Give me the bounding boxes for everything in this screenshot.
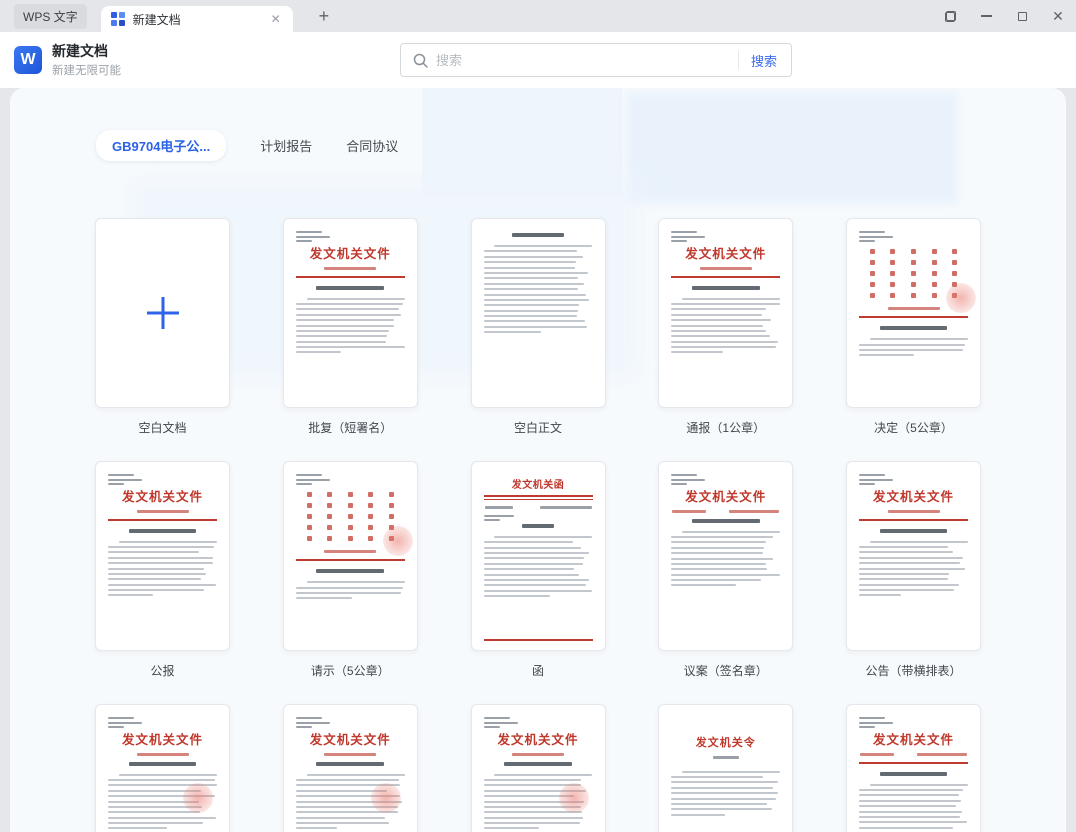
doc-red-header: 发文机关文件: [309, 246, 391, 262]
doc-red-header: 发文机关文件: [872, 489, 954, 505]
template-card[interactable]: 发文机关文件: [846, 461, 981, 651]
template-cell: 发文机关文件: [846, 704, 981, 832]
template-label: 决定（5公章）: [874, 421, 953, 435]
doc-red-header: 发文机关文件: [497, 732, 579, 748]
close-button[interactable]: ✕: [1040, 0, 1076, 32]
category-tab-1[interactable]: GB9704电子公...: [96, 130, 227, 161]
template-card[interactable]: 发文机关函: [470, 461, 606, 651]
doc-letter-header: 发文机关函: [511, 480, 565, 491]
template-cell: 空白文档: [95, 218, 230, 435]
category-tab-2[interactable]: 计划报告: [260, 136, 312, 155]
layout-restore-button[interactable]: [932, 0, 968, 32]
doc-red-header: 发文机关文件: [872, 732, 954, 748]
template-card[interactable]: 发文机关令: [658, 704, 794, 832]
search-icon: [413, 53, 428, 68]
doc-red-header: 发文机关文件: [121, 732, 203, 748]
template-label: 空白正文: [513, 421, 562, 435]
search-box[interactable]: 搜索: [400, 43, 792, 77]
tab-close-icon[interactable]: ✕: [269, 11, 283, 27]
template-card[interactable]: 发文机关文件: [846, 704, 981, 832]
template-cell: 发文机关文件: [282, 704, 418, 832]
template-card[interactable]: [470, 218, 606, 408]
template-cell: 发文机关文件 公告（带横排表）: [846, 461, 981, 678]
template-cell: 决定（5公章）: [846, 218, 981, 435]
template-card[interactable]: [846, 218, 981, 408]
doc-red-header: 发文机关文件: [121, 489, 203, 505]
seal-stamp: [946, 283, 976, 313]
template-cell: 发文机关文件 议案（签名章）: [658, 461, 794, 678]
template-label: 请示（5公章）: [310, 664, 390, 678]
wps-writer-logo: W: [14, 46, 42, 74]
template-label: 函: [531, 664, 544, 678]
window-controls: ✕: [932, 0, 1076, 32]
app-menu-button[interactable]: WPS 文字: [14, 3, 87, 29]
page-title: 新建文档: [52, 43, 108, 59]
doc-red-header: 发文机关文件: [685, 246, 767, 262]
seal-stamp: [370, 783, 401, 813]
seal-stamp: [183, 783, 213, 813]
template-label: 公告（带横排表）: [865, 664, 962, 678]
templates-panel: GB9704电子公... 计划报告 合同协议 空白文档 发文机关文件 批复（短署名） 空白…: [10, 88, 1066, 832]
category-tabs: GB9704电子公... 计划报告 合同协议: [96, 130, 398, 161]
template-cell: 发文机关令: [658, 704, 794, 832]
template-card[interactable]: 发文机关文件: [282, 218, 418, 408]
wps-grid-icon: [110, 12, 125, 26]
close-icon: ✕: [1052, 8, 1064, 24]
joint-issuers-grid: [304, 492, 397, 542]
template-cell: 发文机关文件 公报: [95, 461, 230, 678]
template-cell: 发文机关文件 批复（短署名）: [282, 218, 418, 435]
template-label: 批复（短署名）: [308, 421, 393, 435]
template-cell: 发文机关函函: [470, 461, 606, 678]
template-cell: 空白正文: [470, 218, 606, 435]
template-label: 议案（签名章）: [683, 664, 768, 678]
template-label: 空白文档: [138, 421, 187, 435]
page-subtitle: 新建无限可能: [52, 65, 121, 77]
template-card[interactable]: 发文机关文件: [95, 704, 230, 832]
template-cell: 请示（5公章）: [282, 461, 418, 678]
seal-stamp: [382, 526, 413, 556]
template-label: 通报（1公章）: [686, 421, 766, 435]
template-label: 公报: [150, 664, 175, 678]
template-card[interactable]: 发文机关文件: [282, 704, 418, 832]
window-tab-bar: WPS 文字 新建文档 ✕ + ✕: [0, 0, 1076, 32]
doc-red-header: 发文机关文件: [309, 732, 391, 748]
template-card[interactable]: 发文机关文件: [658, 461, 794, 651]
minimize-icon: [980, 15, 992, 17]
minimize-button[interactable]: [968, 0, 1004, 32]
template-card[interactable]: 发文机关文件: [470, 704, 606, 832]
tab-title: 新建文档: [132, 12, 181, 27]
template-cell: 发文机关文件: [95, 704, 230, 832]
decorative-gradient: [422, 88, 622, 196]
document-tab[interactable]: 新建文档 ✕: [100, 6, 293, 32]
template-cell: 发文机关文件: [470, 704, 606, 832]
search-button[interactable]: 搜索: [751, 51, 777, 70]
page-header: W 新建文档 新建无限可能 搜索: [0, 32, 1076, 88]
doc-order-header: 发文机关令: [695, 736, 756, 749]
maximize-icon: [1017, 11, 1027, 21]
template-cell: 发文机关文件 通报（1公章）: [658, 218, 794, 435]
plus-icon: [146, 297, 179, 329]
search-divider: [737, 51, 739, 69]
template-card[interactable]: [282, 461, 418, 651]
template-card[interactable]: 发文机关文件: [95, 461, 230, 651]
restore-icon: [944, 10, 956, 22]
joint-issuers-grid: [867, 249, 960, 299]
doc-red-header: 发文机关文件: [685, 489, 767, 505]
search-input[interactable]: [436, 52, 738, 68]
decorative-gradient: [626, 92, 958, 204]
seal-stamp: [558, 783, 589, 813]
template-grid: 空白文档 发文机关文件 批复（短署名） 空白正文 发文机关文件 通报（1公章） 决定（5公章…: [95, 218, 981, 832]
new-tab-button[interactable]: +: [313, 5, 336, 27]
template-card[interactable]: 发文机关文件: [658, 218, 794, 408]
maximize-button[interactable]: [1004, 0, 1040, 32]
new-blank-document-card[interactable]: [95, 218, 230, 408]
category-tab-3[interactable]: 合同协议: [346, 136, 398, 155]
